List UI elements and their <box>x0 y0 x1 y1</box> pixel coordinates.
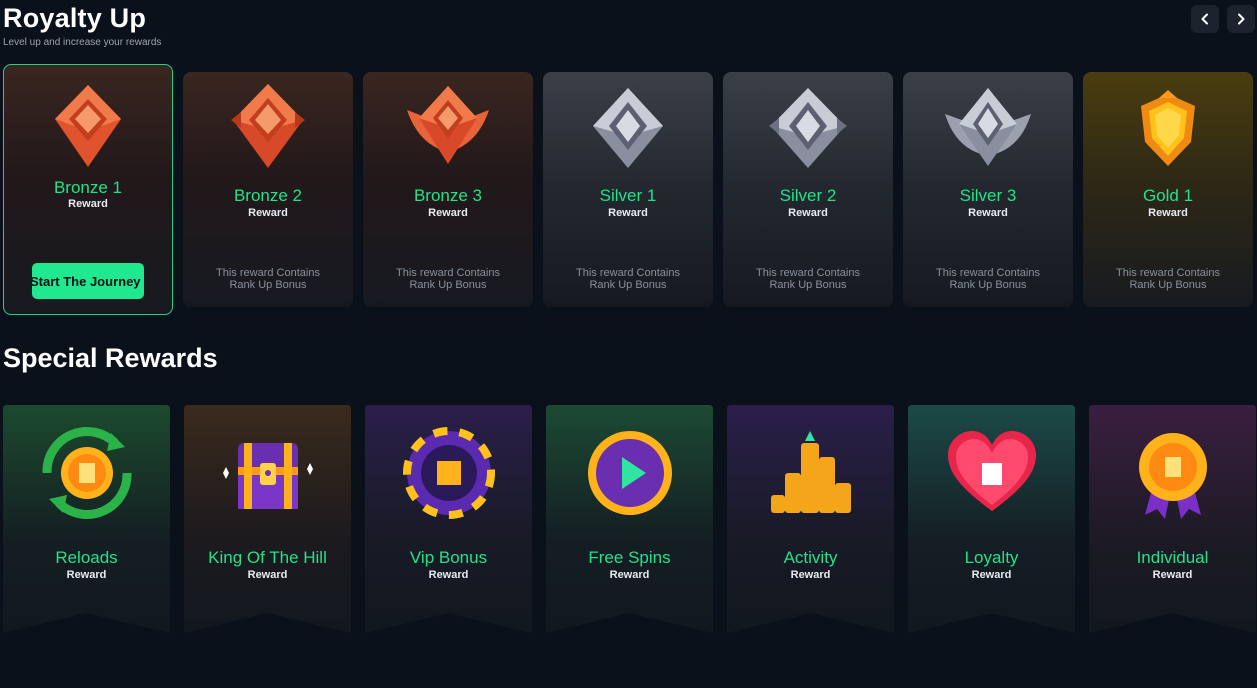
silver-badge-icon <box>593 88 663 168</box>
special-name: Free Spins <box>588 548 671 567</box>
rank-name: Bronze 1 <box>53 178 123 197</box>
chevron-left-icon <box>1201 13 1208 25</box>
coin-stacks-icon <box>770 431 851 513</box>
chevron-right-icon <box>1238 13 1245 25</box>
rank-card-silver-1[interactable]: Silver 1 Reward This reward Contains Rank… <box>543 72 713 307</box>
rank-reward-label: Reward <box>428 207 468 219</box>
section-title: Special Rewards <box>3 343 218 373</box>
special-card-king-of-the-hill[interactable]: King Of The Hill Reward <box>184 405 351 633</box>
special-reward-label: Reward <box>971 569 1012 581</box>
rank-reward-label: Reward <box>788 207 828 219</box>
special-card-vip-bonus[interactable]: Vip Bonus Reward <box>365 405 532 633</box>
special-card-individual[interactable]: Individual Reward <box>1089 405 1256 633</box>
rank-card-silver-3[interactable]: Silver 3 Reward This reward Contains Rank… <box>903 72 1073 307</box>
rank-name: Gold 1 <box>1142 186 1194 205</box>
page-subtitle: Level up and increase your rewards <box>3 37 162 48</box>
rank-name: Bronze 3 <box>413 186 483 205</box>
heart-icon <box>947 431 1036 511</box>
rank-reward-label: Reward <box>1148 207 1188 219</box>
bronze-badge-icon <box>407 86 489 164</box>
special-card-loyalty[interactable]: Loyalty Reward <box>908 405 1075 633</box>
special-name: Vip Bonus <box>409 548 488 567</box>
rank-description: This reward Contains Rank Up Bonus <box>1116 267 1220 291</box>
rank-reward-label: Reward <box>608 207 648 219</box>
rank-reward-label: Reward <box>248 207 288 219</box>
special-reward-label: Reward <box>609 569 650 581</box>
rank-reward-label: Reward <box>968 207 1008 219</box>
rank-card-silver-2[interactable]: Silver 2 Reward This reward Contains Rank… <box>723 72 893 307</box>
rank-description: This reward Contains Rank Up Bonus <box>756 267 860 291</box>
special-card-reloads[interactable]: Reloads Reward <box>3 405 170 633</box>
special-reward-label: Reward <box>247 569 288 581</box>
reload-coin-icon <box>41 427 132 519</box>
rank-name: Bronze 2 <box>233 186 303 205</box>
rank-name: Silver 3 <box>959 186 1017 205</box>
special-name: Loyalty <box>964 548 1019 567</box>
special-reward-label: Reward <box>66 569 107 581</box>
special-name: Reloads <box>55 548 118 567</box>
start-journey-button[interactable]: Start The Journey <box>32 263 144 299</box>
rank-reward-label: Reward <box>68 198 108 210</box>
next-button[interactable] <box>1227 5 1255 33</box>
medal-icon <box>1138 433 1207 519</box>
page-title: Royalty Up <box>3 3 147 33</box>
special-name: Individual <box>1136 548 1209 567</box>
rank-card-bronze-2[interactable]: Bronze 2 Reward This reward Contains Rank… <box>183 72 353 307</box>
special-reward-label: Reward <box>790 569 831 581</box>
special-reward-label: Reward <box>428 569 469 581</box>
rank-description: This reward Contains Rank Up Bonus <box>216 267 320 291</box>
rank-description: This reward Contains Rank Up Bonus <box>396 267 500 291</box>
gold-badge-icon <box>1141 90 1195 166</box>
rank-card-gold-1[interactable]: Gold 1 Reward This reward Contains Rank U… <box>1083 72 1253 307</box>
rank-card-bronze-3[interactable]: Bronze 3 Reward This reward Contains Rank… <box>363 72 533 307</box>
rank-card-bronze-1[interactable]: Bronze 1 Reward Start The Journey <box>3 64 173 315</box>
vip-chip-icon <box>402 427 495 519</box>
bronze-badge-icon <box>55 85 121 167</box>
play-button-icon <box>587 431 672 515</box>
special-name: Activity <box>783 548 838 567</box>
rank-description: This reward Contains Rank Up Bonus <box>576 267 680 291</box>
treasure-chest-icon <box>222 443 313 509</box>
special-card-free-spins[interactable]: Free Spins Reward <box>546 405 713 633</box>
special-reward-label: Reward <box>1152 569 1193 581</box>
rank-name: Silver 2 <box>779 186 837 205</box>
rank-description: This reward Contains Rank Up Bonus <box>936 267 1040 291</box>
special-name: King Of The Hill <box>208 548 327 567</box>
previous-button[interactable] <box>1191 5 1219 33</box>
silver-badge-icon <box>945 88 1031 166</box>
silver-badge-icon <box>769 88 847 168</box>
rank-name: Silver 1 <box>599 186 657 205</box>
bronze-badge-icon <box>231 84 305 168</box>
special-card-activity[interactable]: Activity Reward <box>727 405 894 633</box>
